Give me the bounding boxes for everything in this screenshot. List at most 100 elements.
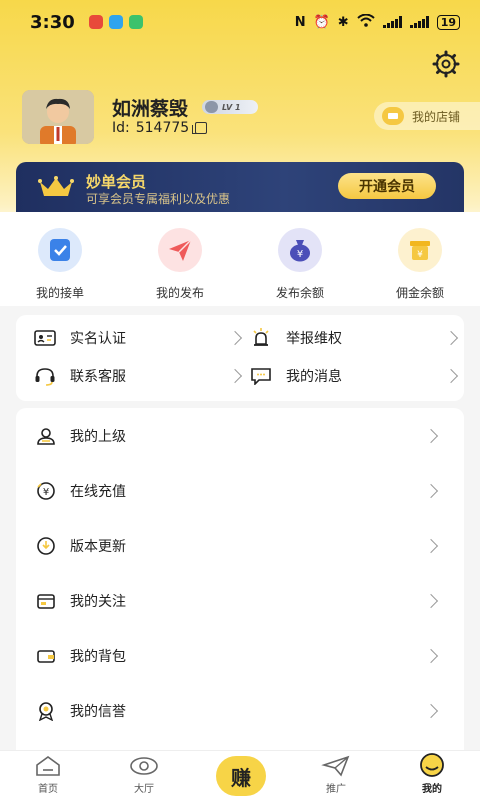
- menu-item-label: 我的背包: [70, 648, 126, 665]
- earn-button[interactable]: 赚: [216, 756, 266, 796]
- service-messages[interactable]: 我的消息: [250, 361, 460, 391]
- quick-actions: 我的接单 我的发布 ¥ 发布余额 ¥ 佣金余额: [0, 212, 480, 306]
- id-card-icon: [34, 329, 56, 347]
- service-label: 实名认证: [70, 331, 126, 347]
- service-label: 举报维权: [286, 331, 342, 347]
- smile-face-icon: [420, 753, 444, 777]
- menu-item-my-reputation[interactable]: 我的信誉: [16, 683, 464, 738]
- battery-level: 19: [436, 14, 460, 30]
- wifi-icon: [357, 13, 375, 31]
- eye-icon: [130, 757, 158, 775]
- mini-app-icon: [128, 15, 143, 29]
- notification-app-icon: [88, 15, 103, 29]
- crown-icon: [38, 176, 74, 196]
- quick-action-my-orders[interactable]: 我的接单: [0, 212, 120, 306]
- vip-title: 妙单会员: [86, 173, 147, 191]
- tab-home[interactable]: 首页: [0, 751, 96, 800]
- chevron-right-icon: [423, 703, 439, 718]
- update-icon: [36, 536, 56, 556]
- quick-action-label: 发布余额: [275, 286, 324, 300]
- menu-item-version-update[interactable]: 版本更新: [16, 518, 464, 573]
- quick-action-commission-balance[interactable]: ¥ 佣金余额: [360, 212, 480, 306]
- my-store-label: 我的店铺: [412, 109, 461, 124]
- quick-action-label: 我的接单: [35, 286, 84, 300]
- chevron-right-icon: [227, 368, 243, 384]
- open-vip-button[interactable]: 开通会员: [338, 173, 436, 199]
- menu-item-my-superior[interactable]: 我的上级: [16, 408, 464, 463]
- store-icon: [382, 107, 404, 125]
- quick-action-post-balance[interactable]: ¥ 发布余额: [240, 212, 360, 306]
- chevron-right-icon: [423, 483, 439, 498]
- menu-item-label: 在线充值: [70, 483, 126, 500]
- menu-item-label: 我的关注: [70, 593, 126, 610]
- service-report[interactable]: 举报维权: [250, 323, 460, 353]
- alarm-light-icon: [250, 328, 272, 347]
- message-icon: [250, 367, 272, 385]
- username: 如洲蔡毁: [112, 98, 189, 120]
- chevron-right-icon: [443, 368, 459, 384]
- wallet-icon: [36, 646, 56, 666]
- menu-item-label: 我的上级: [70, 428, 126, 445]
- tab-label: 我的: [422, 784, 442, 795]
- bluetooth-icon: ✱: [337, 14, 349, 30]
- tab-label: 推广: [326, 784, 346, 795]
- services-card: 实名认证 举报维权 联系客服 我的消息: [16, 315, 464, 401]
- yen-icon: ¥: [36, 481, 56, 501]
- alarm-icon: ⏰: [313, 14, 330, 30]
- service-label: 我的消息: [286, 369, 342, 385]
- settings-gear-icon[interactable]: [432, 50, 460, 78]
- medal-icon: [36, 701, 56, 721]
- quick-action-label: 我的发布: [155, 286, 204, 300]
- user-id-value: 514775: [135, 120, 190, 136]
- task-check-icon: [38, 228, 82, 272]
- tab-label: 大厅: [134, 784, 154, 795]
- status-bar: 3:30 N ⏰ ✱ 19: [0, 0, 480, 44]
- user-id-label: Id:: [112, 120, 130, 136]
- menu-item-label: 版本更新: [70, 538, 126, 555]
- chevron-right-icon: [423, 593, 439, 608]
- money-bag-icon: ¥: [278, 228, 322, 272]
- chevron-right-icon: [227, 330, 243, 346]
- nfc-icon: N: [294, 14, 306, 30]
- chevron-right-icon: [443, 330, 459, 346]
- tab-mine[interactable]: 我的: [384, 751, 480, 800]
- chat-app-icon: [108, 15, 123, 29]
- quick-action-my-posts[interactable]: 我的发布: [120, 212, 240, 306]
- paper-plane-icon: [321, 755, 350, 777]
- menu-item-my-follows[interactable]: 我的关注: [16, 573, 464, 628]
- copy-icon[interactable]: [192, 122, 208, 134]
- tab-label: 首页: [38, 784, 58, 795]
- tab-promote[interactable]: 推广: [288, 751, 384, 800]
- tab-hall[interactable]: 大厅: [96, 751, 192, 800]
- user-id: Id: 514775: [112, 120, 208, 136]
- paper-plane-icon: [158, 228, 202, 272]
- level-badge: LV 1: [202, 100, 258, 114]
- menu-list: 我的上级 ¥ 在线充值 版本更新 我的关注 我的背包 我的信誉: [16, 408, 464, 758]
- yen-box-icon: ¥: [398, 228, 442, 272]
- menu-item-my-backpack[interactable]: 我的背包: [16, 628, 464, 683]
- signal-icon: [382, 16, 402, 28]
- home-icon: [36, 756, 60, 776]
- chevron-right-icon: [423, 648, 439, 663]
- service-customer-support[interactable]: 联系客服: [34, 361, 244, 391]
- vip-subtitle: 可享会员专属福利以及优惠: [86, 192, 231, 206]
- signal-icon-2: [409, 16, 429, 28]
- level-text: LV 1: [222, 102, 241, 112]
- vip-banner[interactable]: 妙单会员 可享会员专属福利以及优惠 开通会员: [16, 162, 464, 212]
- chevron-right-icon: [423, 428, 439, 443]
- avatar[interactable]: [22, 90, 94, 144]
- service-real-name-auth[interactable]: 实名认证: [34, 323, 244, 353]
- menu-item-label: 我的信誉: [70, 703, 126, 720]
- service-label: 联系客服: [70, 369, 126, 385]
- chevron-right-icon: [423, 538, 439, 553]
- user-icon: [36, 426, 56, 446]
- follow-icon: [36, 591, 56, 611]
- my-store-button[interactable]: 我的店铺: [374, 102, 480, 130]
- menu-item-online-recharge[interactable]: ¥ 在线充值: [16, 463, 464, 518]
- level-badge-icon: [205, 101, 218, 113]
- svg-text:¥: ¥: [417, 250, 423, 260]
- svg-text:¥: ¥: [297, 249, 303, 260]
- headset-icon: [34, 367, 56, 386]
- svg-text:¥: ¥: [43, 487, 49, 498]
- quick-action-label: 佣金余额: [395, 286, 444, 300]
